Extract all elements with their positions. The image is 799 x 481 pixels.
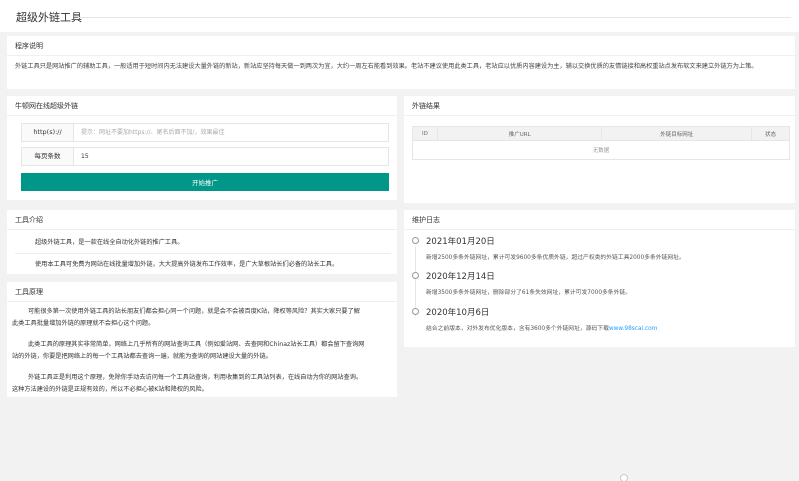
timeline-dot-2 bbox=[412, 272, 419, 279]
col-status: 状态 bbox=[751, 126, 790, 141]
timeline-line bbox=[415, 246, 416, 316]
start-promote-button[interactable]: 开始推广 bbox=[21, 173, 389, 191]
per-page-label: 每页条数 bbox=[22, 148, 74, 165]
principle-p2a: 此类工具的原理其实非常简单，网络上几乎所有的网站查询工具（例如爱站网、去查网和C… bbox=[28, 341, 365, 348]
timeline-dot-3 bbox=[412, 308, 419, 315]
col-target: 外链目标网址 bbox=[601, 126, 753, 141]
intro-divider bbox=[15, 253, 391, 254]
entry-1-date: 2021年01月20日 bbox=[426, 237, 495, 247]
url-row: http(s):// bbox=[21, 123, 389, 142]
principle-p3a: 外链工具正是利用这个原理，免除你手动去访问每一个工具站查询，利用收集到的工具站列… bbox=[28, 374, 363, 381]
page-header: 超级外链工具 bbox=[0, 0, 799, 32]
principle-p1b: 此类工具批量增加外链的原理就不会担心这个问题。 bbox=[12, 320, 155, 327]
description-text: 外链工具只是网站推广的辅助工具，一般适用于短时间内无法建设大量外链的新站，新站应… bbox=[15, 63, 758, 70]
scroll-indicator-icon bbox=[620, 474, 628, 481]
changelog-title: 维护日志 bbox=[404, 210, 795, 230]
url-input[interactable] bbox=[75, 124, 388, 141]
per-page-row: 每页条数 bbox=[21, 147, 389, 166]
entry-3-text: 结合之前版本，对外发布优化版本，含有3600多个外链网址，源码下载www.98s… bbox=[426, 323, 657, 332]
timeline-dot-1 bbox=[412, 237, 419, 244]
principle-p2b: 站的外链，你要是把网络上的每一个工具站都去查询一遍，就能为查询的网站建设大量的外… bbox=[12, 353, 272, 360]
entry-3-desc: 结合之前版本，对外发布优化版本，含有3600多个外链网址，源码下载 bbox=[426, 326, 609, 332]
intro-line-2: 使用本工具可免费为网站在线批量增加外链，大大提高外链发布工作效率，是广大草根站长… bbox=[35, 261, 339, 268]
principle-title: 工具原理 bbox=[7, 282, 397, 302]
intro-card: 工具介绍 超级外链工具，是一款在线全自动化外链的推广工具。 使用本工具可免费为网… bbox=[7, 210, 397, 274]
results-title: 外链结果 bbox=[404, 96, 795, 116]
entry-1-text: 新增2500多条外链网址，累计可发9600多条优质外链，超过产权类的外链工具20… bbox=[426, 255, 685, 261]
description-title: 程序说明 bbox=[7, 36, 795, 56]
protocol-label: http(s):// bbox=[22, 124, 74, 141]
col-id: ID bbox=[412, 126, 438, 141]
results-table: ID 推广URL 外链目标网址 状态 无数据 bbox=[412, 126, 790, 160]
form-card: 牛顿网在线超级外链 http(s):// 每页条数 开始推广 bbox=[7, 96, 397, 200]
empty-text: 无数据 bbox=[412, 140, 790, 160]
source-download-link[interactable]: www.98scai.com bbox=[609, 326, 658, 332]
header-divider bbox=[78, 17, 791, 18]
entry-3-date: 2020年10月6日 bbox=[426, 308, 490, 318]
form-title: 牛顿网在线超级外链 bbox=[7, 96, 397, 116]
entry-2-text: 新增3500多条外链网址，删除部分了61条失效网址，累计可发7000多条外链。 bbox=[426, 290, 631, 296]
description-card: 程序说明 外链工具只是网站推广的辅助工具，一般适用于短时间内无法建设大量外链的新… bbox=[7, 36, 795, 89]
entry-2-date: 2020年12月14日 bbox=[426, 272, 495, 282]
principle-p1a: 可能很多第一次使用外链工具的站长朋友们都会担心同一个问题，就是会不会被百度K站，… bbox=[28, 308, 360, 315]
intro-title: 工具介绍 bbox=[7, 210, 397, 230]
col-url: 推广URL bbox=[436, 126, 603, 141]
principle-p3b: 这种方法建设的外链是正规有效的，所以不必担心被K站和降权的风险。 bbox=[12, 386, 208, 393]
intro-line-1: 超级外链工具，是一款在线全自动化外链的推广工具。 bbox=[35, 239, 184, 246]
page-title: 超级外链工具 bbox=[16, 11, 82, 24]
per-page-input[interactable] bbox=[75, 148, 388, 165]
